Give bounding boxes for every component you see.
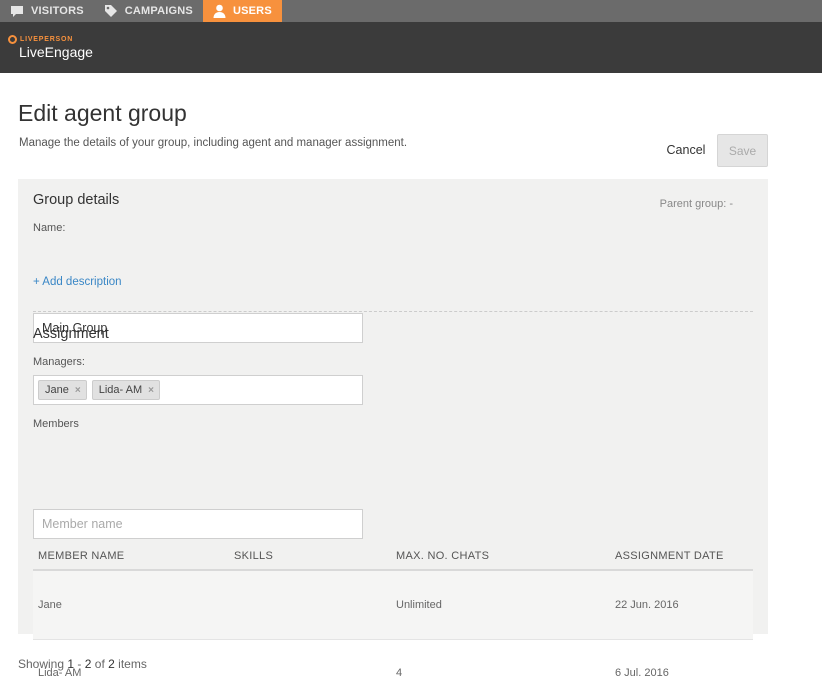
app-header: LIVEPERSON LiveEngage: [0, 22, 822, 73]
table-header: MEMBER NAME SKILLS MAX. NO. CHATS ASSIGN…: [33, 542, 753, 571]
manager-tag: Lida- AM ×: [91, 380, 160, 400]
group-details-title: Group details: [33, 192, 120, 208]
members-table: MEMBER NAME SKILLS MAX. NO. CHATS ASSIGN…: [33, 542, 753, 676]
page-title: Edit agent group: [18, 100, 187, 126]
table-row[interactable]: Jane Unlimited 22 Jun. 2016: [33, 571, 753, 639]
tab-campaigns[interactable]: CAMPAIGNS: [94, 0, 203, 22]
pagination-info: Showing 1 - 2 of 2 items: [18, 657, 147, 671]
manager-tag-label: Lida- AM: [98, 384, 143, 396]
members-label: Members: [33, 418, 79, 430]
tab-label: VISITORS: [31, 5, 84, 17]
chat-bubble-icon: [10, 5, 24, 18]
tab-label: CAMPAIGNS: [124, 5, 193, 17]
managers-input[interactable]: Jane × Lida- AM ×: [33, 375, 363, 405]
tab-users[interactable]: USERS: [202, 0, 282, 22]
assignment-title: Assignment: [33, 326, 109, 342]
add-description-link[interactable]: + Add description: [33, 276, 122, 288]
page-subtitle: Manage the details of your group, includ…: [19, 137, 408, 149]
liveperson-logo-icon: [8, 35, 17, 44]
cancel-button[interactable]: Cancel: [660, 138, 712, 162]
edit-group-panel: Group details Parent group: - Name: + Ad…: [18, 179, 768, 676]
brand-logo: LIVEPERSON LiveEngage: [8, 35, 93, 60]
column-header-member-name[interactable]: MEMBER NAME: [33, 550, 234, 562]
column-header-max-chats[interactable]: MAX. NO. CHATS: [396, 550, 615, 562]
section-divider: [33, 311, 753, 312]
assignment-date-cell: 22 Jun. 2016: [615, 599, 679, 611]
max-chats-cell: 4: [396, 667, 403, 676]
user-icon: [213, 4, 226, 18]
manager-tag: Jane ×: [38, 380, 87, 400]
save-button[interactable]: Save: [717, 134, 768, 167]
manager-tag-label: Jane: [45, 384, 69, 396]
max-chats-cell: Unlimited: [396, 599, 442, 611]
main-content: Edit agent group Manage the details of y…: [0, 73, 822, 676]
column-header-assignment-date[interactable]: ASSIGNMENT DATE: [615, 550, 753, 562]
remove-tag-icon[interactable]: ×: [148, 385, 154, 396]
managers-label: Managers:: [33, 356, 85, 368]
company-name: LIVEPERSON: [20, 36, 74, 43]
tag-icon: [104, 4, 118, 18]
parent-group-label: Parent group: -: [659, 198, 733, 210]
member-name-cell: Jane: [38, 599, 62, 611]
member-search-input[interactable]: [33, 509, 363, 539]
remove-tag-icon[interactable]: ×: [75, 385, 81, 396]
top-navigation: VISITORS CAMPAIGNS USERS: [0, 0, 822, 22]
product-name: LiveEngage: [19, 44, 93, 60]
assignment-date-cell: 6 Jul. 2016: [615, 667, 669, 676]
tab-label: USERS: [232, 5, 272, 17]
tab-visitors[interactable]: VISITORS: [0, 0, 94, 22]
name-label: Name:: [33, 222, 66, 234]
column-header-skills[interactable]: SKILLS: [234, 550, 396, 562]
